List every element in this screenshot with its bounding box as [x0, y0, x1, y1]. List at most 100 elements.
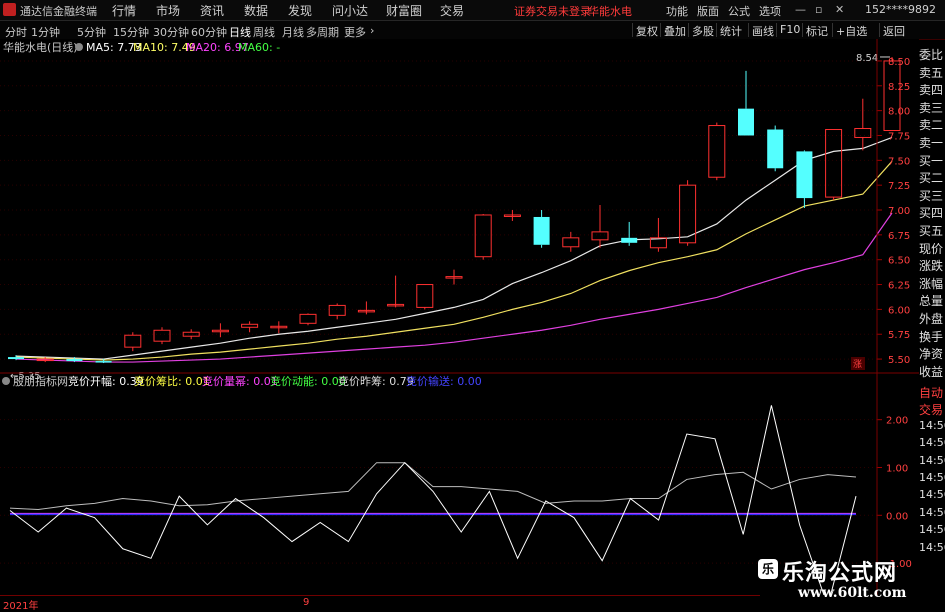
candle-body	[66, 359, 83, 362]
chart-background	[0, 39, 919, 595]
price-tick-label: 7.50	[888, 156, 910, 167]
menu-item-market[interactable]: 市场	[156, 2, 180, 19]
time-axis-month: 9	[303, 597, 310, 608]
menu-item-function[interactable]: 功能	[666, 3, 688, 19]
price-tick-label: 8.50	[888, 57, 910, 68]
restore-rights-button[interactable]: 复权	[632, 23, 661, 38]
limit-up-icon: 涨	[853, 359, 862, 370]
price-tick-label: 8.00	[888, 107, 910, 118]
candle-body	[95, 361, 112, 363]
quote-field-label: 卖四	[919, 83, 944, 98]
quote-field-label: 卖三	[919, 100, 944, 115]
menu-item-news[interactable]: 资讯	[200, 2, 224, 19]
watermark-logo-icon: 乐	[758, 559, 778, 579]
price-tick-label: 7.00	[888, 206, 910, 217]
time-axis-year: 2021年	[3, 601, 39, 612]
period-30min[interactable]: 30分钟	[153, 24, 189, 40]
app-name: 通达信金融终端	[20, 5, 97, 18]
period-monthly[interactable]: 月线	[282, 24, 304, 40]
menu-item-formula[interactable]: 公式	[728, 3, 750, 19]
ind-legend-5: 竞价输送: 0.00	[406, 374, 482, 388]
title-stock-name: 华能水电	[588, 5, 632, 18]
candle-body	[533, 216, 550, 245]
maximize-icon[interactable]: ▫	[815, 3, 822, 16]
candle-body	[767, 129, 784, 169]
period-timeshare[interactable]: 分时	[5, 24, 27, 40]
main-legend-title: 华能水电(日线)	[3, 40, 78, 54]
high-price-label: 8.54	[856, 53, 878, 64]
price-tick-label: 6.00	[888, 305, 910, 316]
quote-field-label: 外盘	[919, 312, 944, 326]
quote-field-label: 总量	[919, 294, 944, 309]
quote-field-label: 收益	[919, 364, 944, 379]
candle-body	[738, 108, 754, 136]
menu-item-wealth[interactable]: 财富圈	[386, 2, 422, 19]
indicator-title: 殷朋指标网	[13, 374, 68, 388]
app-logo-icon	[3, 3, 16, 16]
login-notice[interactable]: 证券交易未登录	[514, 3, 591, 19]
menu-item-discover[interactable]: 发现	[288, 2, 312, 19]
period-daily[interactable]: 日线	[229, 24, 251, 40]
legend-toggle-icon[interactable]	[75, 43, 83, 51]
tick-entry: 14:56	[919, 436, 945, 450]
period-15min[interactable]: 15分钟	[113, 24, 149, 40]
quote-side-panel: 委比 卖五 卖四 卖三 卖二 卖一 买一 买二 买三 买四 买五 现价 涨跌 涨幅 总量 外盘 换手 净资 收益 自动…	[919, 40, 945, 609]
period-more[interactable]: 更多	[344, 24, 366, 40]
candle-body	[8, 357, 24, 360]
menu-item-trade[interactable]: 交易	[440, 2, 464, 19]
price-tick-label: 5.75	[888, 330, 910, 341]
tick-entry: 自动	[919, 386, 944, 400]
mark-button[interactable]: 标记	[802, 23, 831, 38]
statistics-button[interactable]: 统计	[716, 23, 745, 38]
add-watchlist-button[interactable]: +自选	[832, 23, 870, 38]
menu-item-options[interactable]: 选项	[759, 3, 781, 19]
tick-entry: 14:56	[919, 418, 945, 432]
minimize-icon[interactable]: —	[795, 3, 806, 16]
price-tick-label: 7.25	[888, 181, 910, 192]
ind-legend-4: 竞价昨筹: 0.79	[338, 374, 414, 388]
price-tick-label: 6.25	[888, 281, 910, 292]
kline-chart[interactable]: 华能水电(日线) MA5: 7.73 MA10: 7.49 MA20: 6.97…	[0, 39, 919, 595]
quote-field-label: 买二	[919, 171, 944, 186]
back-button[interactable]: 返回	[879, 23, 908, 38]
candle-body	[796, 151, 813, 199]
user-account[interactable]: 152****9892	[865, 3, 936, 16]
ind-legend-0: 竞价开幅: 0.39	[68, 374, 144, 388]
quote-field-label: 卖二	[919, 118, 944, 133]
period-5min[interactable]: 5分钟	[77, 24, 106, 40]
indicator-tick-label: 2.00	[886, 416, 908, 427]
watermark-url: www.60lt.com	[798, 585, 907, 601]
quote-field-label: 涨幅	[919, 276, 944, 291]
period-multi[interactable]: 多周期	[306, 24, 339, 40]
period-weekly[interactable]: 周线	[253, 24, 275, 40]
ind-legend-3: 竞价动能: 0.00	[270, 374, 346, 388]
indicator-toggle-icon[interactable]	[2, 377, 10, 385]
quote-field-label: 买一	[919, 153, 944, 168]
menu-item-quotes[interactable]: 行情	[112, 2, 136, 19]
period-1min[interactable]: 1分钟	[31, 24, 60, 40]
quote-field-label: 现价	[919, 241, 944, 256]
candle-body	[621, 237, 638, 243]
menu-item-data[interactable]: 数据	[244, 2, 268, 19]
ind-legend-2: 竞价量幂: 0.01	[202, 374, 278, 388]
quote-field-label: 买三	[919, 188, 944, 203]
price-tick-label: 7.75	[888, 131, 910, 142]
tick-entry: 交易	[919, 403, 944, 418]
chevron-right-icon[interactable]: ›	[370, 24, 374, 37]
overlay-button[interactable]: 叠加	[660, 23, 689, 38]
draw-line-button[interactable]: 画线	[748, 23, 777, 38]
menu-item-layout[interactable]: 版面	[697, 3, 719, 19]
multi-stock-button[interactable]: 多股	[688, 23, 717, 38]
period-60min[interactable]: 60分钟	[191, 24, 227, 40]
time-axis: 2021年 9	[0, 595, 760, 612]
indicator-tick-label: 1.00	[886, 463, 908, 474]
f10-button[interactable]: F10	[776, 23, 803, 37]
quote-field-label: 买五	[919, 224, 944, 238]
watermark: 乐 乐淘公式网 www.60lt.com	[758, 555, 945, 609]
menu-item-ask[interactable]: 问小达	[332, 2, 368, 19]
price-tick-label: 8.25	[888, 82, 910, 93]
price-tick-label: 6.75	[888, 231, 910, 242]
close-icon[interactable]: ✕	[835, 3, 844, 16]
ind-legend-1: 竞价筹比: 0.01	[134, 374, 210, 388]
quote-field-label: 换手	[919, 329, 944, 344]
